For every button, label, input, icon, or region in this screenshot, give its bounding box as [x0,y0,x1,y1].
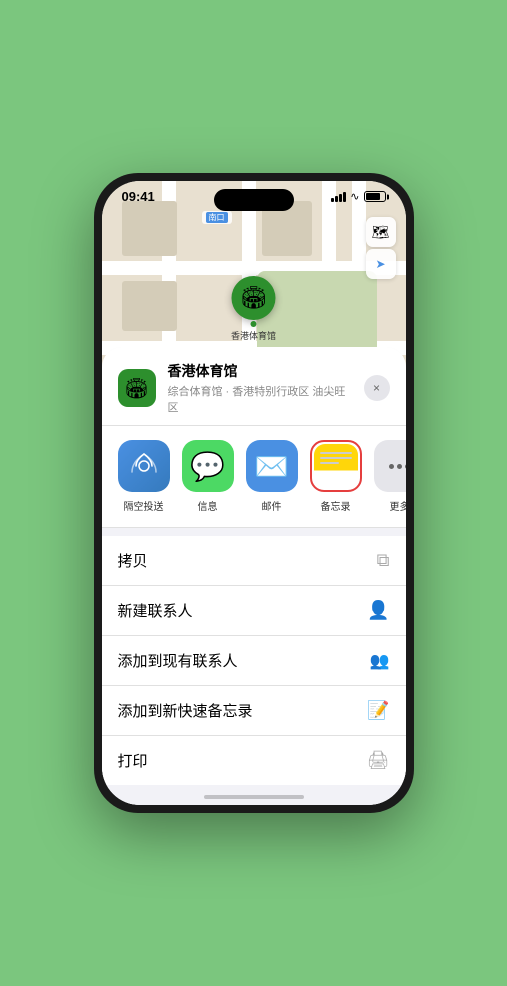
action-list: 拷贝 ⧉ 新建联系人 👤 添加到现有联系人 👥 添加到新快速备忘录 📝 打印 [102,536,406,785]
close-button[interactable]: × [364,375,390,401]
add-quick-note-label: 添加到新快速备忘录 [118,700,253,721]
action-print[interactable]: 打印 🖨 [102,736,406,785]
venue-description: 综合体育馆 · 香港特别行政区 油尖旺区 [168,383,352,415]
home-indicator-area [102,785,406,805]
map-type-button[interactable]: 🗺 [366,217,396,247]
add-existing-icon: 👥 [370,651,390,671]
share-airdrop[interactable]: 隔空投送 [118,440,170,513]
venue-name: 香港体育馆 [168,361,352,381]
stadium-pin-circle: 🏟 [231,276,275,320]
new-contact-label: 新建联系人 [118,600,193,621]
share-row: 隔空投送 💬 信息 ✉️ 邮件 [102,426,406,528]
mail-icon: ✉️ [246,440,298,492]
action-add-quick-note[interactable]: 添加到新快速备忘录 📝 [102,686,406,736]
stadium-pin-dot [250,321,256,327]
home-indicator [204,795,304,799]
signal-bars-icon [331,192,346,202]
add-existing-label: 添加到现有联系人 [118,650,238,671]
map-controls: 🗺 ➤ [366,217,396,279]
messages-label: 信息 [198,498,218,513]
battery-icon [364,191,386,202]
messages-icon: 💬 [182,440,234,492]
print-label: 打印 [118,750,148,771]
print-icon: 🖨 [367,750,390,771]
airdrop-icon [118,440,170,492]
share-mail[interactable]: ✉️ 邮件 [246,440,298,513]
action-add-existing-contact[interactable]: 添加到现有联系人 👥 [102,636,406,686]
airdrop-label: 隔空投送 [124,498,164,513]
add-quick-note-icon: 📝 [367,700,389,721]
status-time: 09:41 [122,189,155,204]
bottom-sheet: 🏟 香港体育馆 综合体育馆 · 香港特别行政区 油尖旺区 × [102,347,406,805]
phone-frame: 09:41 ∿ [94,173,414,813]
share-more[interactable]: 更多 [374,440,406,513]
stadium-pin-label: 香港体育馆 [231,329,276,342]
wifi-icon: ∿ [350,190,359,203]
notes-icon-wrapper [310,440,362,492]
action-copy[interactable]: 拷贝 ⧉ [102,536,406,586]
venue-info: 香港体育馆 综合体育馆 · 香港特别行政区 油尖旺区 [168,361,352,415]
share-notes[interactable]: 备忘录 [310,440,362,513]
more-icon [374,440,406,492]
venue-icon: 🏟 [118,369,156,407]
stadium-pin[interactable]: 🏟 香港体育馆 [231,276,276,342]
mail-label: 邮件 [262,498,282,513]
location-button[interactable]: ➤ [366,249,396,279]
notes-icon [314,444,358,488]
action-new-contact[interactable]: 新建联系人 👤 [102,586,406,636]
copy-label: 拷贝 [118,550,148,571]
more-label: 更多 [390,498,406,513]
sheet-header: 🏟 香港体育馆 综合体育馆 · 香港特别行政区 油尖旺区 × [102,347,406,426]
dynamic-island [214,189,294,211]
status-icons: ∿ [331,190,385,203]
copy-icon: ⧉ [377,550,390,571]
phone-screen: 09:41 ∿ [102,181,406,805]
share-messages[interactable]: 💬 信息 [182,440,234,513]
map-label-entrance: 南口 [202,211,232,224]
new-contact-icon: 👤 [367,600,389,621]
notes-label: 备忘录 [321,498,351,513]
